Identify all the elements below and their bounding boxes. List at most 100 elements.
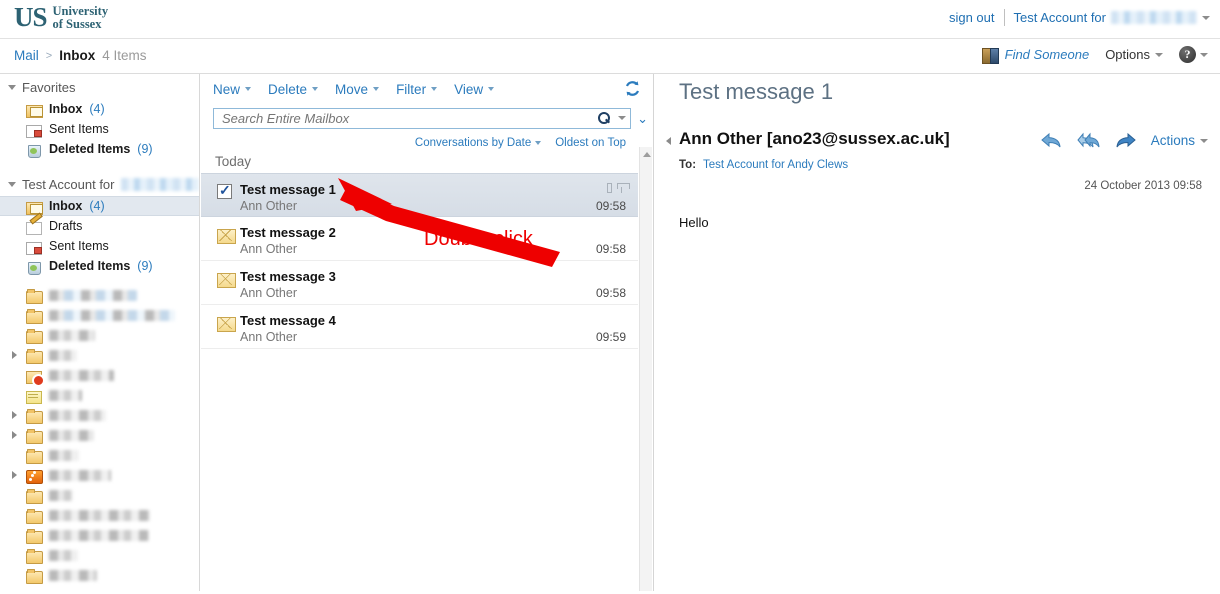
toolbar-move-menu[interactable]: Move [335,81,380,97]
redacted-folder-list [0,285,199,585]
expand-triangle-icon[interactable] [12,411,17,419]
collapse-triangle-icon[interactable] [666,137,671,145]
sidebar-item-inbox[interactable]: Inbox (4) [0,99,199,119]
scroll-up-icon[interactable] [643,152,651,157]
favorites-list: Inbox (4) Sent Items Deleted Items (9) [0,99,199,159]
chevron-down-icon [312,87,319,91]
message-list-item[interactable]: Test message 3 Ann Other 09:58 [201,261,638,305]
message-list-item[interactable]: Test message 1 Ann Other 09:58 [201,173,638,217]
sidebar-item-redacted[interactable] [0,345,199,365]
message-sender: Ann Other [240,242,297,256]
options-label: Options [1105,47,1150,62]
envelope-icon[interactable] [217,317,236,332]
university-logo: US University of Sussex [14,4,108,31]
envelope-icon[interactable] [217,273,236,288]
message-list-item[interactable]: Test message 2 Ann Other 09:58 [201,217,638,261]
folder-icon [26,568,43,584]
deleted-items-icon [26,260,42,275]
search-icon[interactable] [598,111,611,125]
sidebar-item-redacted[interactable] [0,425,199,445]
refresh-icon[interactable] [624,80,641,97]
search-box[interactable] [213,107,632,129]
logo-mark: US [14,2,48,32]
reply-icon[interactable] [1040,132,1063,149]
checkbox-checked-icon[interactable] [217,182,232,199]
favorites-header[interactable]: Favorites [0,74,199,99]
breadcrumb-mail[interactable]: Mail [14,48,39,63]
sidebar-item-redacted[interactable] [0,305,199,325]
toolbar-label: View [454,81,484,97]
sidebar-item-redacted[interactable] [0,485,199,505]
sort-order-toggle[interactable]: Oldest on Top [555,137,626,149]
sidebar-item-redacted[interactable] [0,405,199,425]
sidebar-item-label: Inbox [49,102,83,116]
toolbar-view-menu[interactable]: View [454,81,495,97]
message-list-item[interactable]: Test message 4 Ann Other 09:59 [201,305,638,349]
sidebar-item-sent-items[interactable]: Sent Items [0,119,199,139]
message-subject: Test message 2 [240,225,336,240]
collapse-triangle-icon[interactable] [8,85,16,90]
sidebar-item-deleted-items[interactable]: Deleted Items (9) [0,139,199,159]
redacted-folder-label [49,389,82,401]
chevron-down-icon [1200,52,1208,57]
find-someone-button[interactable]: Find Someone [981,47,1089,64]
expand-triangle-icon[interactable] [12,351,17,359]
sort-mode-menu[interactable]: Conversations by Date [415,137,542,149]
message-subject: Test message 1 [679,79,834,104]
sidebar-item-redacted[interactable] [0,325,199,345]
account-menu[interactable]: Test Account for [1013,10,1210,25]
help-button[interactable]: ? [1179,46,1208,63]
sidebar-item-redacted[interactable] [0,385,199,405]
sidebar-item-redacted[interactable] [0,525,199,545]
redacted-folder-label [49,549,78,561]
envelope-icon[interactable] [217,229,236,244]
account-label: Test Account for [22,177,115,192]
blocked-folder-icon [26,369,45,387]
message-time: 09:58 [595,286,626,300]
chevron-down-icon [1202,15,1210,20]
sign-out-link[interactable]: sign out [949,10,995,25]
forward-icon[interactable] [1114,132,1137,149]
chevron-down-icon[interactable] [618,116,627,120]
collapse-triangle-icon[interactable] [8,182,16,187]
account-header[interactable]: Test Account for [0,171,199,196]
sidebar-item-redacted[interactable] [0,445,199,465]
flag-icon[interactable] [617,182,630,193]
sidebar-item-redacted[interactable] [0,545,199,565]
toolbar-new-menu[interactable]: New [213,82,252,97]
expand-triangle-icon[interactable] [12,431,17,439]
inbox-icon [26,103,43,118]
list-scrollbar[interactable] [639,147,652,591]
sidebar-item-redacted[interactable] [0,285,199,305]
message-list-pane: New Delete Move Filter View ⌄ Conversations … [201,74,654,591]
account-folder-list: Inbox (4) Drafts Sent Items Deleted Items (9) [0,196,199,276]
account-prefix: Test Account for [1013,10,1107,25]
search-input[interactable] [220,109,599,127]
expand-search-icon[interactable]: ⌄ [637,112,648,125]
actions-menu[interactable]: Actions [1151,133,1208,148]
sidebar-item-inbox[interactable]: Inbox (4) [0,196,199,216]
toolbar-delete-menu[interactable]: Delete [268,82,319,97]
sidebar-item-redacted[interactable] [0,565,199,585]
redacted-folder-label [49,349,77,361]
sidebar-item-deleted-items[interactable]: Deleted Items (9) [0,256,199,276]
reply-all-icon[interactable] [1077,132,1100,149]
sidebar-item-redacted[interactable] [0,505,199,525]
unread-count: (4) [89,199,105,213]
sidebar-item-redacted[interactable] [0,365,199,387]
message-recipients: To: Test Account for Andy Clews [679,159,848,171]
sidebar-item-label: Deleted Items [49,142,131,156]
breadcrumb-actions: Find Someone Options ? [981,46,1208,64]
reading-pane: Test message 1 Ann Other [ano23@sussex.a… [655,74,1220,591]
sidebar-item-redacted[interactable] [0,465,199,485]
to-value[interactable]: Test Account for Andy Clews [703,159,848,171]
toolbar-filter-menu[interactable]: Filter [396,81,438,97]
folder-icon [26,508,43,524]
toolbar-label: Move [335,81,369,97]
toolbar-label: Filter [396,81,427,97]
redacted-folder-label [49,409,106,421]
expand-triangle-icon[interactable] [12,471,17,479]
options-menu[interactable]: Options [1105,47,1163,62]
sidebar-item-sent-items[interactable]: Sent Items [0,236,199,256]
sidebar-item-drafts[interactable]: Drafts [0,216,199,236]
